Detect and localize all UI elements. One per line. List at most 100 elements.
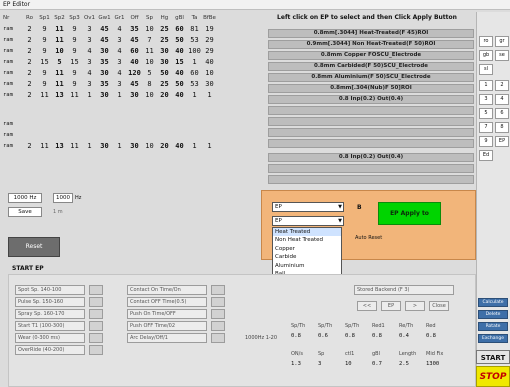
timing-field[interactable]: Arc Delay/Off/1 xyxy=(127,333,207,343)
ep-list-empty[interactable] xyxy=(268,117,474,126)
ep-list-item[interactable]: 0.8mm Carbided(F 50)SCU_Electrode xyxy=(268,62,474,71)
side-input[interactable]: 4 xyxy=(495,94,509,105)
column-header: Sp xyxy=(146,14,153,21)
rotate-button[interactable]: Rotate xyxy=(478,322,508,331)
ep-select-secondary[interactable]: EP ▼ xyxy=(272,216,344,226)
ep-list-item[interactable]: 0.8mm Aluminium(F 50)SCU_Electrode xyxy=(268,73,474,82)
secondary-value: 1 m xyxy=(53,209,63,215)
dropdown-option[interactable]: Aluminium xyxy=(273,262,341,270)
setting-value[interactable] xyxy=(89,333,103,343)
table-row[interactable]: ram 2 9 11 9 3 35 3 45 8 25 50 53 30 xyxy=(3,78,261,89)
stat-value: 0.7 xyxy=(372,361,382,367)
table-row[interactable]: ram 2 15 5 15 3 35 3 40 10 30 15 1 40 xyxy=(3,56,261,67)
ep-list-item[interactable]: 0.8mm[.3044] Heat-Treated(F 45)ROI xyxy=(268,29,474,38)
table-row[interactable]: ram xyxy=(3,118,261,129)
side-input[interactable]: sl xyxy=(479,64,493,75)
side-input[interactable]: 7 xyxy=(479,122,493,133)
table-cell: 4 xyxy=(117,24,122,33)
table-row[interactable]: ram 2 9 10 9 4 30 4 60 11 30 40 100 29 xyxy=(3,45,261,56)
timing-field[interactable]: Contact OFF Time(0.5) xyxy=(127,297,207,307)
timing-value[interactable] xyxy=(211,297,225,307)
setting-value[interactable] xyxy=(89,309,103,319)
table-cell: 1 xyxy=(192,90,197,99)
calculate-button[interactable]: Calculate xyxy=(478,298,508,307)
dropdown-option[interactable]: Heat Treated xyxy=(273,228,341,237)
timing-value[interactable] xyxy=(211,309,225,319)
apply-button[interactable]: EP Apply to xyxy=(378,202,441,225)
side-input[interactable]: 8 xyxy=(495,122,509,133)
setting-value[interactable] xyxy=(89,285,103,295)
ep-list-item[interactable]: 0.8 Inp(0.2) Out(0.4) xyxy=(268,95,474,104)
reset-button[interactable]: Reset xyxy=(8,237,60,257)
nav-button[interactable]: > xyxy=(405,301,425,311)
ep-list-empty[interactable] xyxy=(268,164,474,173)
timing-field[interactable]: Push OFF Time/02 xyxy=(127,321,207,331)
dropdown-option[interactable]: Carbide xyxy=(273,253,341,261)
table-cell: 60 xyxy=(175,24,184,33)
table-cell: 4 xyxy=(117,46,122,55)
frequency-field[interactable]: 1000 xyxy=(53,193,73,203)
save-button[interactable]: Save xyxy=(8,207,42,217)
table-row[interactable]: ram 2 11 13 11 1 30 1 30 10 20 40 1 1 xyxy=(3,89,261,100)
dropdown-option[interactable]: Copper xyxy=(273,245,341,253)
side-input[interactable]: ro xyxy=(479,36,493,47)
table-row[interactable]: ram 2 11 13 11 1 30 1 30 10 20 40 1 1 xyxy=(3,140,261,151)
stat-value: 0.8 xyxy=(291,333,301,339)
table-cell: 3 xyxy=(87,79,92,88)
nav-button[interactable]: EP xyxy=(381,301,401,311)
table-cell: 35 xyxy=(100,79,109,88)
timing-value[interactable] xyxy=(211,321,225,331)
delete-button[interactable]: Delete xyxy=(478,310,508,319)
stored-select[interactable]: Stored Backend (F 3) xyxy=(354,285,454,295)
side-input[interactable]: 5 xyxy=(479,108,493,119)
setting-field[interactable]: Spray Sp. 160-170 xyxy=(15,309,85,319)
start-button[interactable]: START xyxy=(476,350,510,364)
setting-value[interactable] xyxy=(89,345,103,355)
table-cell: 30 xyxy=(100,68,109,77)
side-input[interactable]: Ed xyxy=(479,150,493,161)
setting-field[interactable]: Start T1 (100-300) xyxy=(15,321,85,331)
setting-value[interactable] xyxy=(89,321,103,331)
ep-list-empty[interactable] xyxy=(268,175,474,184)
table-row[interactable]: ram 2 9 11 9 3 45 3 45 7 25 50 53 29 xyxy=(3,34,261,45)
ep-list-empty[interactable] xyxy=(268,139,474,148)
frequency-button[interactable]: 1000 Hz xyxy=(8,193,42,203)
table-row[interactable]: ram xyxy=(3,129,261,140)
table-cell: 20 xyxy=(160,90,169,99)
ep-list-item[interactable]: 0.8mm Copper FOSCU_Electrode xyxy=(268,51,474,60)
side-input[interactable]: gr xyxy=(495,36,509,47)
ep-list-item[interactable]: 0.9mm[.3044] Non Heat-Treated(F 50)ROI xyxy=(268,40,474,49)
side-input[interactable]: EP xyxy=(495,136,509,147)
setting-field[interactable]: OverRide (40-200) xyxy=(15,345,85,355)
table-row[interactable]: ram 2 9 11 9 4 30 4 120 5 50 40 60 10 xyxy=(3,67,261,78)
nav-button[interactable]: << xyxy=(357,301,377,311)
side-input[interactable]: 3 xyxy=(479,94,493,105)
setting-field[interactable]: Wear (0-300 ms) xyxy=(15,333,85,343)
ep-list-empty[interactable] xyxy=(268,106,474,115)
timing-field[interactable]: Contact On Time/On xyxy=(127,285,207,295)
timing-field[interactable]: Push On Time/OFF xyxy=(127,309,207,319)
ep-select-primary[interactable]: EP ▼ xyxy=(272,202,344,212)
setting-value[interactable] xyxy=(89,297,103,307)
side-input[interactable]: 9 xyxy=(479,136,493,147)
exchange-button[interactable]: Exchange xyxy=(478,334,508,343)
stop-button[interactable]: STOP xyxy=(476,366,510,387)
table-row[interactable]: ram 2 9 11 9 3 45 4 35 10 25 60 81 19 xyxy=(3,23,261,34)
side-input[interactable]: gb xyxy=(479,50,493,61)
table-cell: 7 xyxy=(147,35,152,44)
ep-list-item[interactable]: 0.8mm[.304(Nub)F 50]ROI xyxy=(268,84,474,93)
dropdown-option[interactable]: Non Heat Treated xyxy=(273,236,341,244)
table-row[interactable] xyxy=(3,100,261,118)
setting-field[interactable]: Pulse Sp. 150-160 xyxy=(15,297,85,307)
side-input[interactable]: 6 xyxy=(495,108,509,119)
ep-list-empty[interactable] xyxy=(268,128,474,137)
timing-value[interactable] xyxy=(211,285,225,295)
side-input[interactable]: 2 xyxy=(495,80,509,91)
stat-label: ctl1 xyxy=(345,351,355,357)
side-input[interactable]: se xyxy=(495,50,509,61)
side-input[interactable]: 1 xyxy=(479,80,493,91)
timing-value[interactable] xyxy=(211,333,225,343)
setting-field[interactable]: Spot Sp. 140-100 xyxy=(15,285,85,295)
nav-button[interactable]: Close xyxy=(429,301,449,311)
ep-list-item[interactable]: 0.8 Inp(0.2) Out(0.4) xyxy=(268,153,474,162)
